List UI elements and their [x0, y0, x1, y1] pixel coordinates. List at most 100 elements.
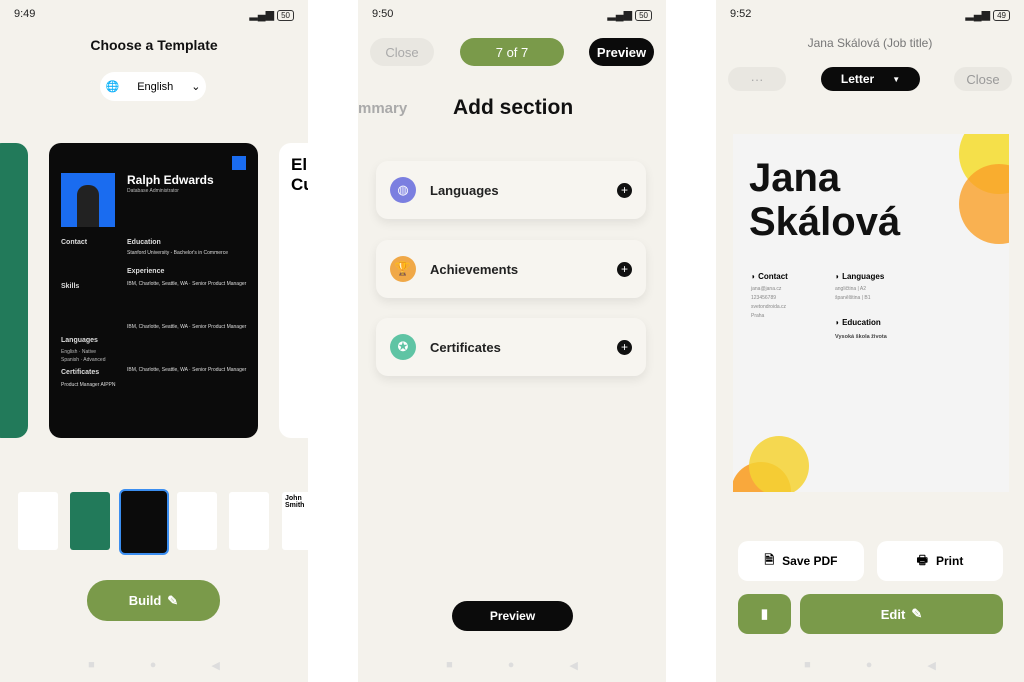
battery-icon: 50 [635, 10, 652, 21]
templates-button[interactable]: ▮ [738, 594, 791, 634]
resume-name: Jana Skálová [749, 156, 900, 244]
last-name: Skálová [749, 200, 901, 244]
section-languages[interactable]: ◍ Languages + [376, 161, 646, 219]
close-button[interactable]: Close [370, 38, 434, 66]
job-item: IBM, Charlotte, Seattle, WA · Senior Pro… [127, 281, 247, 287]
add-icon[interactable]: + [617, 182, 632, 198]
android-nav-bar: ■ ● ◀ [358, 659, 666, 672]
recents-icon[interactable]: ■ [88, 659, 95, 672]
signal-icon: ▂▄▆ [249, 9, 278, 21]
contact-item: 123456789 [751, 295, 777, 301]
template-thumb[interactable] [70, 492, 110, 550]
template-card-next[interactable]: Eli Cu [279, 143, 308, 438]
home-icon[interactable]: ● [508, 659, 515, 672]
edit-pencil-icon: ✎ [167, 592, 179, 608]
back-icon[interactable]: ◀ [927, 659, 935, 672]
globe-icon: 🌐 [105, 81, 120, 93]
printer-icon: 🖶 [916, 552, 928, 567]
languages-heading-text: Languages [842, 272, 885, 281]
page-title: Choose a Template [90, 37, 218, 53]
edit-label: Edit [880, 606, 906, 622]
resume-preview: Jana Skálová ◗ Contact jana@jana.cz 123456… [733, 134, 1009, 492]
thumb-label: John Smith [285, 495, 305, 509]
section-certificates[interactable]: ✪ Certificates + [376, 318, 646, 376]
recents-icon[interactable]: ■ [446, 659, 453, 672]
section-achievements[interactable]: 🏆 Achievements + [376, 240, 646, 298]
page-format-select[interactable]: Letter ▼ [821, 67, 920, 91]
recents-icon[interactable]: ■ [804, 659, 811, 672]
preview-button[interactable]: Preview [452, 601, 573, 631]
edit-button[interactable]: Edit ✎ [800, 594, 1003, 634]
more-button[interactable]: ··· [728, 67, 786, 91]
step-indicator: 7 of 7 [460, 38, 564, 66]
template-thumb-selected[interactable] [119, 489, 169, 555]
education-item: Vysoká škola života [835, 334, 887, 340]
home-icon[interactable]: ● [866, 659, 873, 672]
clock: 9:50 [372, 8, 394, 20]
save-pdf-label: Save PDF [782, 554, 838, 568]
section-label: Achievements [430, 261, 519, 277]
build-button[interactable]: Build ✎ [87, 580, 220, 621]
signal-icon: ▂▄▆ [607, 9, 636, 21]
template-chooser-screen: 9:49 ▂▄▆ 50 Choose a Template 🌐 English ⌄ R… [0, 0, 308, 682]
template-card-prev[interactable] [0, 143, 28, 438]
tab-summary[interactable]: mmary [358, 100, 407, 117]
language-select[interactable]: 🌐 English ⌄ [100, 72, 206, 101]
languages-heading: ◗ Languages [835, 272, 885, 281]
page-title: Add section [453, 96, 574, 119]
next-resume-name: Eli Cu [291, 155, 308, 194]
add-icon[interactable]: + [617, 339, 632, 355]
cards-icon: ▮ [760, 606, 769, 621]
template-thumb[interactable] [229, 492, 269, 550]
contact-heading-text: Contact [758, 272, 788, 281]
language-value: English [137, 80, 174, 93]
add-icon[interactable]: + [617, 261, 632, 277]
profile-photo [61, 173, 115, 227]
resume-role: Database Administrator [127, 188, 179, 194]
build-label: Build [128, 593, 162, 608]
template-thumb[interactable]: John Smith [282, 492, 308, 550]
template-thumb[interactable] [18, 492, 58, 550]
section-label: Languages [430, 182, 499, 198]
education-heading: ◗ Education [835, 318, 881, 327]
status-bar: 9:49 ▂▄▆ 50 [14, 8, 294, 21]
lang-item: Spanish · Advanced [61, 357, 106, 363]
globe-icon: ◍ [390, 177, 416, 203]
save-pdf-button[interactable]: 🗎 Save PDF [738, 541, 864, 581]
format-value: Letter [840, 72, 875, 86]
battery-icon: 49 [993, 10, 1010, 21]
back-icon[interactable]: ◀ [569, 659, 577, 672]
edit-pencil-icon: ✎ [911, 606, 923, 621]
contact-item: Praha [751, 313, 765, 319]
document-icon: 🗎 [764, 552, 775, 567]
section-label: Certificates [430, 339, 501, 355]
preview-screen: 9:52 ▂▄▆ 49 Jana Skálová (Job title) ··· … [716, 0, 1024, 682]
section-languages: Languages [61, 337, 98, 344]
section-certificates: Certificates [61, 369, 100, 376]
section-education: Education [127, 239, 161, 246]
first-name: Jana [749, 156, 841, 200]
preview-top-button[interactable]: Preview [589, 38, 654, 66]
template-card-selected[interactable]: Ralph Edwards Database Administrator Con… [49, 143, 258, 438]
back-icon[interactable]: ◀ [211, 659, 219, 672]
home-icon[interactable]: ● [150, 659, 157, 672]
certificate-icon: ✪ [390, 334, 416, 360]
section-skills: Skills [61, 283, 80, 290]
trophy-icon: 🏆 [390, 256, 416, 282]
decor-circle [749, 436, 809, 492]
contact-list: jana@jana.cz 123456789 svetondroida.cz Prah… [751, 285, 786, 321]
clock: 9:49 [14, 8, 36, 20]
cert-item: Product Manager AIPPN [61, 382, 116, 388]
edit-corner-icon [232, 156, 246, 170]
contact-item: svetondroida.cz [751, 304, 787, 310]
resume-header-title: Jana Skálová (Job title) [807, 36, 933, 50]
education-item: Stanford University - Bachelor's in Comm… [127, 250, 228, 256]
education-heading-text: Education [842, 318, 881, 327]
template-thumb[interactable] [177, 492, 217, 550]
resume-name: Ralph Edwards [127, 173, 214, 187]
print-button[interactable]: 🖶 Print [877, 541, 1003, 581]
language-item: španělština | B1 [835, 295, 871, 301]
close-button[interactable]: Close [954, 67, 1012, 91]
battery-icon: 50 [277, 10, 294, 21]
contact-item: jana@jana.cz [751, 286, 782, 292]
